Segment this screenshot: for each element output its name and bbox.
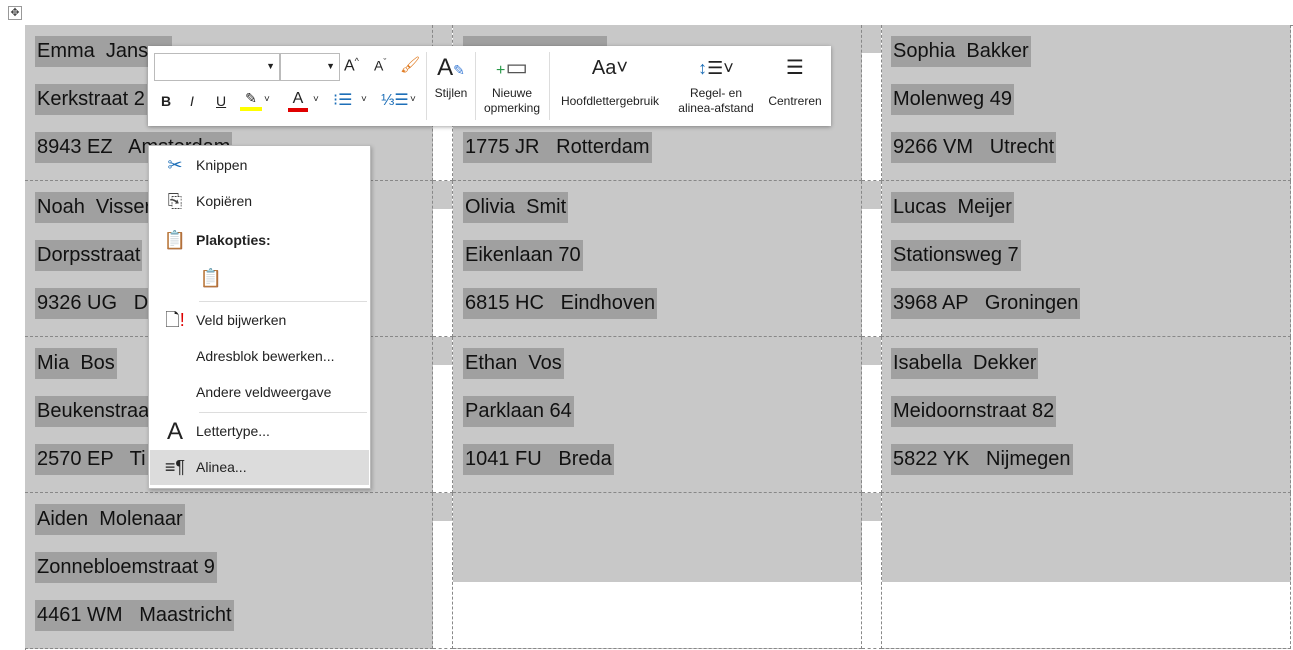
scissors-icon: ✂	[167, 155, 183, 175]
menu-item-font[interactable]: A Lettertype...	[150, 414, 369, 449]
label-cell[interactable]: Aiden Molenaar Zonnebloemstraat 9 4461 WM …	[25, 493, 433, 649]
label-line: 5822 YK Nijmegen	[891, 444, 1073, 475]
chevron-down-icon[interactable]: ˅	[361, 94, 367, 105]
highlight-color-bar	[240, 107, 262, 111]
label-line: 9266 VM Utrecht	[891, 132, 1057, 163]
line-spacing-icon: ↕☰˅	[698, 58, 734, 78]
menu-item-update-field[interactable]: 🗋! Veld bijwerken	[150, 303, 369, 338]
label-line: 9326 UG D	[35, 288, 151, 319]
paste-icon: 📋	[163, 230, 187, 250]
label-line: Dorpsstraat	[35, 240, 143, 271]
label-line: Eikenlaan 70	[463, 240, 583, 271]
menu-item-copy[interactable]: ⎘ Kopiëren	[150, 184, 369, 219]
context-menu: ✂ Knippen ⎘ Kopiëren 📋 Plakopties: 📋 🗋! Veld…	[148, 145, 371, 489]
label-cell[interactable]: Sophia Bakker Molenweg 49 9266 VM Utrecht	[881, 25, 1291, 181]
change-case-button[interactable]: Aa˅ Hoofdlettergebruik	[552, 46, 668, 126]
label-line: 6815 HC Eindhoven	[463, 288, 658, 319]
menu-item-paragraph[interactable]: ≡¶ Alinea...	[150, 450, 369, 485]
menu-item-paste-options: 📋 Plakopties:	[150, 223, 369, 258]
styles-icon: A✎	[437, 54, 465, 81]
chevron-down-icon[interactable]: ˅	[313, 94, 319, 105]
align-center-icon: ☰	[786, 57, 804, 79]
label-line: Stationsweg 7	[891, 240, 1021, 271]
paste-icon: 📋	[199, 268, 223, 288]
italic-button[interactable]: I	[190, 93, 194, 109]
format-painter-icon[interactable]: 🖌	[400, 55, 420, 75]
label-line: Parklaan 64	[463, 396, 574, 427]
paragraph-icon: ≡¶	[164, 457, 186, 477]
spacer-cell	[433, 181, 453, 337]
numbering-icon[interactable]: ⅓☰	[381, 90, 409, 110]
label-line: Mia Bos	[35, 348, 117, 379]
menu-item-edit-address-block[interactable]: Adresblok bewerken...	[150, 339, 369, 374]
label-line: Molenweg 49	[891, 84, 1014, 115]
styles-button[interactable]: A✎ Stijlen	[430, 46, 472, 126]
center-button[interactable]: ☰ Centreren	[762, 46, 828, 126]
menu-item-toggle-field-codes[interactable]: Andere veldweergave	[150, 375, 369, 410]
font-color-bar	[288, 108, 308, 112]
highlight-button[interactable]: ✎	[240, 90, 262, 111]
label-line: 2570 EP Ti	[35, 444, 148, 475]
label-line: Kerkstraat 2	[35, 84, 147, 115]
label-cell[interactable]	[453, 493, 862, 649]
label-line: Zonnebloemstraat 9	[35, 552, 217, 583]
label-cell[interactable]: Lucas Meijer Stationsweg 7 3968 AP Groning…	[881, 181, 1291, 337]
label-line: Meidoornstraat 82	[891, 396, 1057, 427]
label-line: 1041 FU Breda	[463, 444, 614, 475]
copy-icon: ⎘	[167, 191, 183, 211]
font-icon: A	[166, 418, 183, 445]
label-line: Beukenstraat	[35, 396, 157, 427]
grow-font-icon[interactable]: A^	[344, 56, 359, 75]
paste-keep-formatting-button[interactable]: 📋	[150, 261, 369, 296]
label-line: 4461 WM Maastricht	[35, 600, 234, 631]
label-line: Sophia Bakker	[891, 36, 1031, 67]
label-line: Olivia Smit	[463, 192, 569, 223]
update-field-icon: 🗋!	[165, 310, 185, 330]
underline-button[interactable]: U	[216, 93, 226, 109]
new-comment-icon: +▭	[495, 54, 529, 81]
new-comment-button[interactable]: +▭ Nieuwe opmerking	[478, 46, 546, 126]
spacer-cell	[433, 337, 453, 493]
spacer-cell	[862, 181, 882, 337]
font-size-combo[interactable]	[280, 53, 340, 81]
spacer-cell	[433, 493, 453, 649]
label-cell[interactable]: Isabella Dekker Meidoornstraat 82 5822 YK …	[881, 337, 1291, 493]
label-line: Noah Visser	[35, 192, 154, 223]
label-line: Lucas Meijer	[891, 192, 1014, 223]
label-line: 3968 AP Groningen	[891, 288, 1081, 319]
chevron-down-icon[interactable]: ˅	[264, 94, 270, 105]
label-cell[interactable]: Olivia Smit Eikenlaan 70 6815 HC Eindhoven	[453, 181, 862, 337]
spacer-cell	[862, 493, 882, 649]
table-move-handle-icon[interactable]: ✥	[8, 6, 22, 20]
label-line: Aiden Molenaar	[35, 504, 185, 535]
label-cell[interactable]: Ethan Vos Parklaan 64 1041 FU Breda	[453, 337, 862, 493]
bold-button[interactable]: B	[161, 93, 171, 109]
menu-item-cut[interactable]: ✂ Knippen	[150, 148, 369, 183]
font-name-combo[interactable]	[154, 53, 280, 81]
label-line: 1775 JR Rotterdam	[463, 132, 652, 163]
bullets-icon[interactable]: ⁝☰	[333, 90, 352, 110]
font-color-button[interactable]: A	[288, 90, 308, 112]
shrink-font-icon[interactable]: Aˇ	[374, 57, 386, 74]
label-cell[interactable]	[881, 493, 1291, 649]
mini-toolbar: A^ Aˇ 🖌 B I U ✎ ˅ A ˅ ⁝☰ ˅ ⅓☰ ˅ A✎Stijle…	[148, 46, 831, 126]
spacer-cell	[862, 25, 882, 181]
change-case-icon: Aa˅	[591, 57, 629, 79]
label-line: Ethan Vos	[463, 348, 564, 379]
label-line: Isabella Dekker	[891, 348, 1039, 379]
spacer-cell	[862, 337, 882, 493]
chevron-down-icon[interactable]: ˅	[410, 94, 416, 105]
line-spacing-button[interactable]: ↕☰˅ Regel- en alinea-afstand	[670, 46, 762, 126]
